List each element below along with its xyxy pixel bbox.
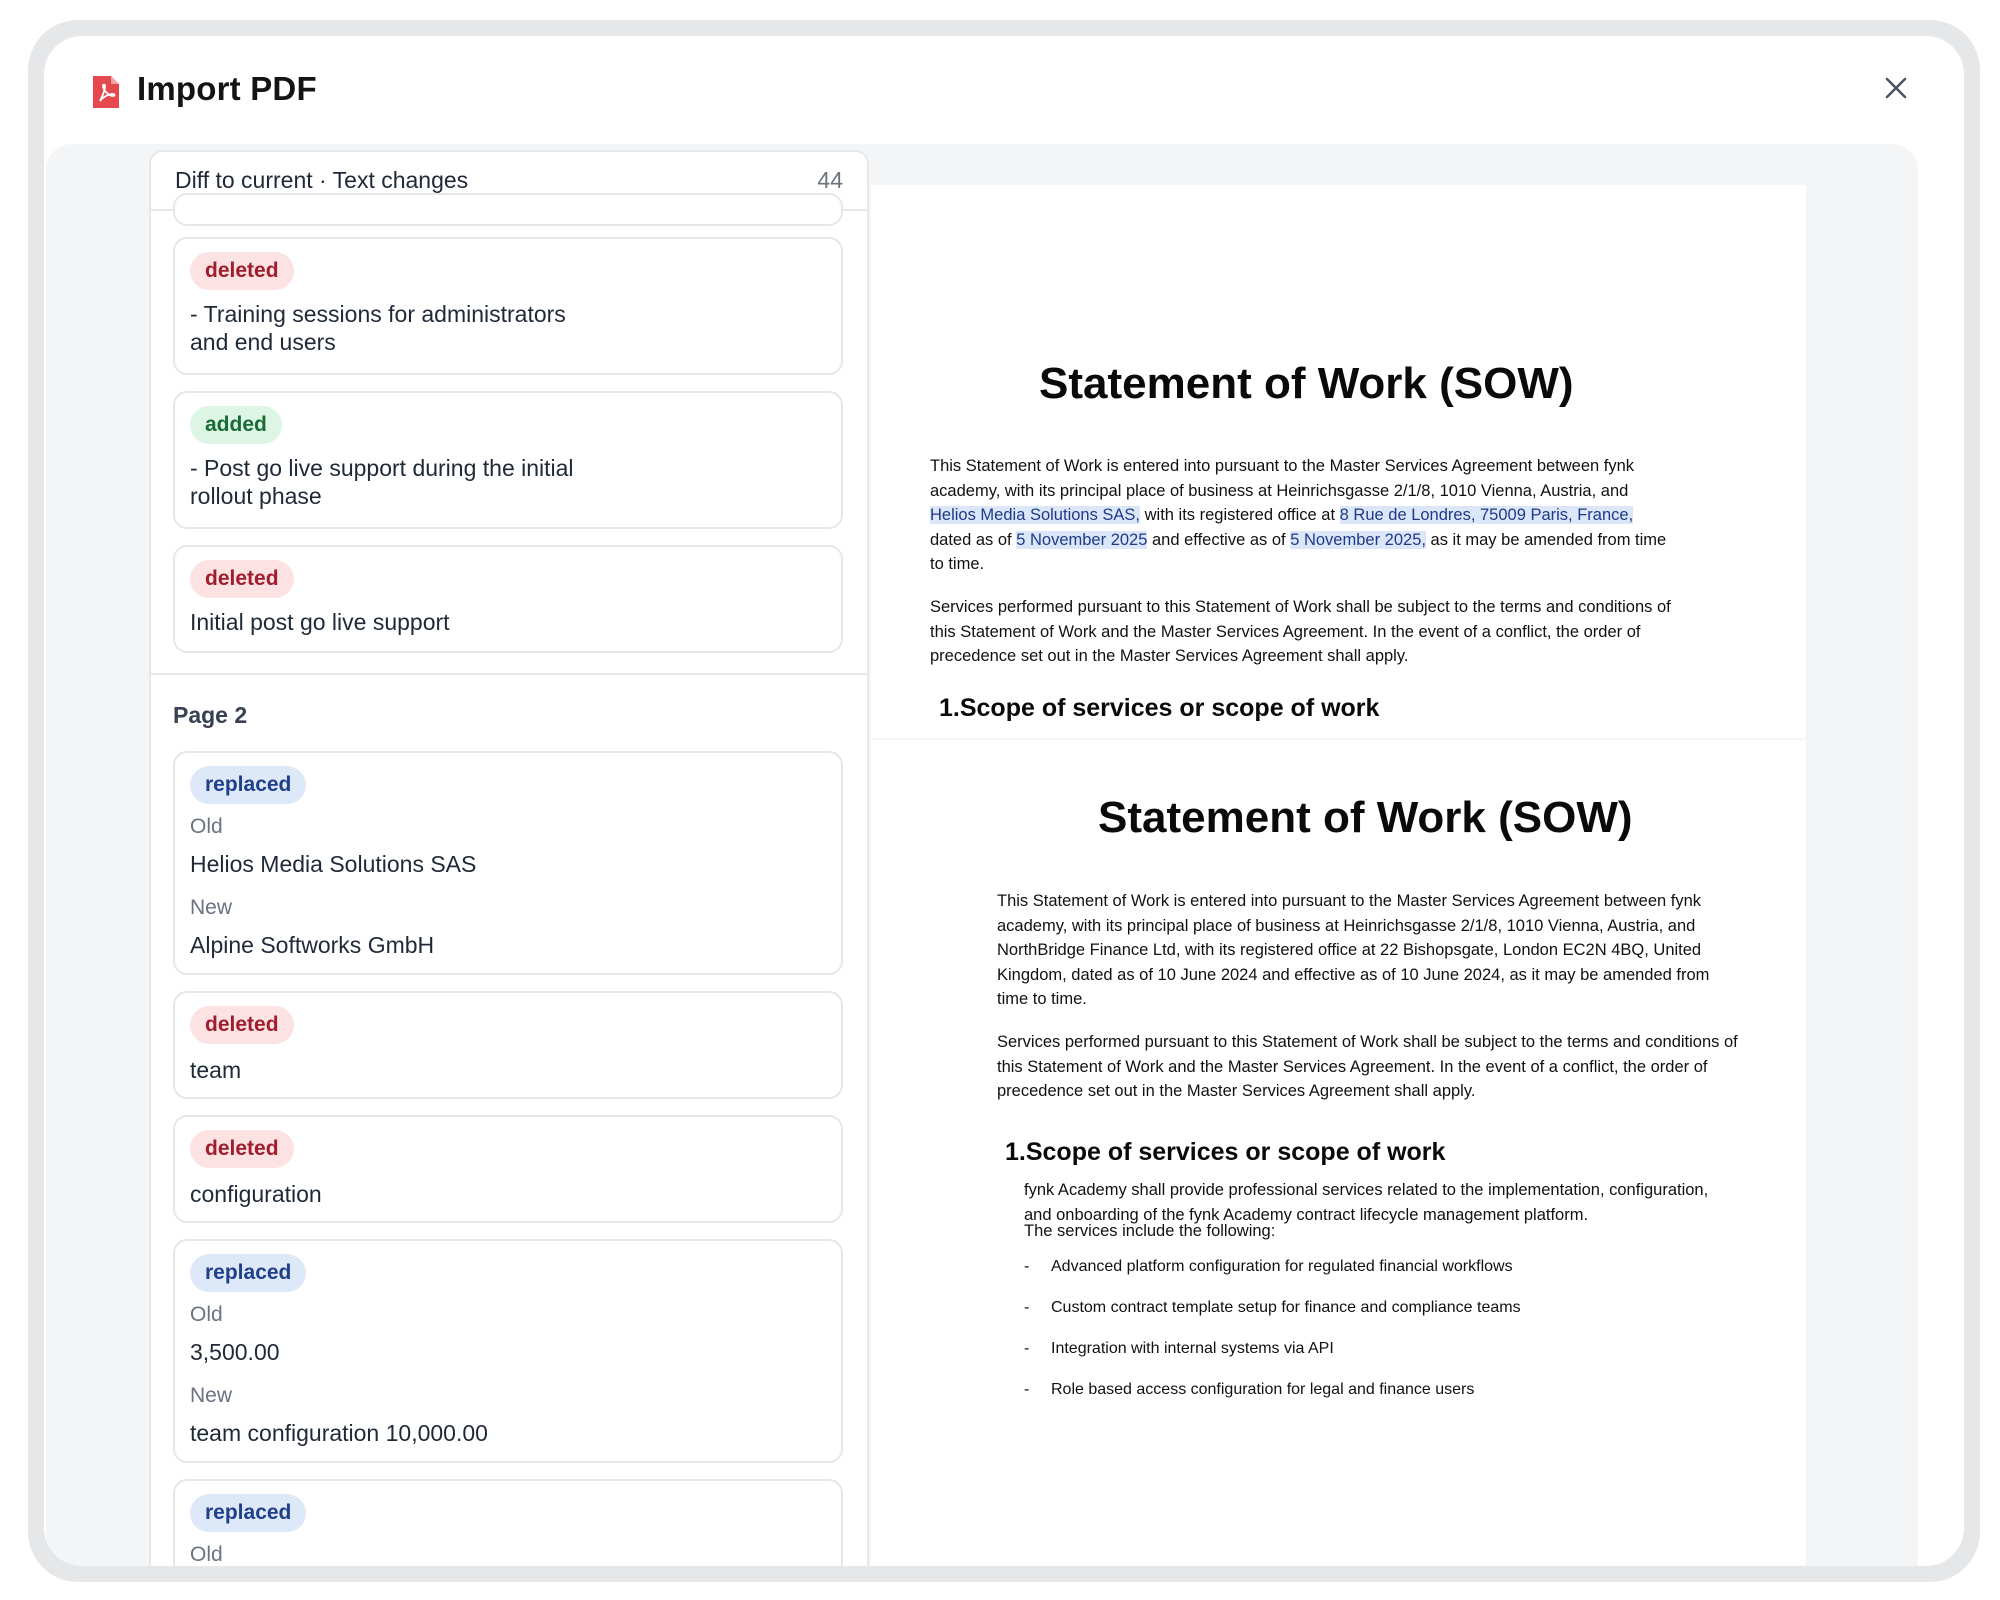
old-label: Old [190,815,223,838]
doc-line: Services performed pursuant to this Stat… [930,598,1671,616]
highlight-address: 8 Rue de Londres, 75009 Paris, France, [1339,506,1634,524]
new-label: New [190,1384,233,1407]
doc-line: precedence set out in the Master Service… [930,647,1409,665]
pdf-page-1: Statement of Work (SOW) This Statement o… [871,185,1806,738]
diff-card[interactable]: replaced Old 3,500.00 New team configura… [173,1239,843,1463]
doc-line: Helios Media Solutions SAS, with its reg… [930,506,1634,524]
doc-line: Services performed pursuant to this Stat… [997,1033,1738,1051]
doc-line: this Statement of Work and the Master Se… [997,1057,1708,1076]
doc-section-heading: 1.Scope of services or scope of work [1005,1138,1446,1166]
diff-panel[interactable]: Diff to current · Text changes 44 delete… [149,150,869,1566]
doc-line: dated as of 5 November 2025 and effectiv… [930,530,1667,549]
replaced-badge: replaced [190,1254,307,1292]
added-badge: added [190,406,282,444]
doc-paragraph: This Statement of Work is entered into p… [930,454,1666,577]
doc-line: this Statement of Work and the Master Se… [930,622,1641,641]
dialog-title: Import PDF [137,70,317,107]
bullet-item: Role based access configuration for lega… [1051,1381,1475,1398]
old-value: 3,500.00 [190,1339,280,1365]
diff-card[interactable]: replaced Old [173,1479,843,1566]
diff-panel-title: Diff to current · Text changes [175,167,469,193]
bullet-mark: - [1024,1340,1030,1357]
doc-line: precedence set out in the Master Service… [997,1082,1476,1100]
doc-line: This Statement of Work is entered into p… [930,457,1635,475]
highlight-date: 5 November 2025 [1016,530,1148,549]
doc-line: This Statement of Work is entered into p… [997,892,1702,910]
close-icon[interactable] [1876,68,1916,108]
bullet-item: Integration with internal systems via AP… [1051,1340,1334,1357]
diff-text: team [190,1057,242,1083]
diff-count: 44 [817,167,843,193]
doc-line: to time. [930,555,985,573]
doc-line: fynk Academy shall provide professional … [1024,1181,1709,1199]
pdf-page-2: Statement of Work (SOW) This Statement o… [871,740,1806,1566]
highlight-date: 5 November 2025, [1290,530,1426,549]
diff-line: and end users [190,329,336,355]
diff-card[interactable]: deleted Initial post go live support [173,545,843,653]
bullet-item: Advanced platform configuration for regu… [1051,1258,1513,1275]
doc-title: Statement of Work (SOW) [1098,793,1633,842]
highlight-company: Helios Media Solutions SAS, [930,506,1141,524]
deleted-badge: deleted [190,560,294,598]
doc-paragraph: The services include the following: [1024,1222,1276,1240]
diff-text: - Training sessions for administrators a… [190,300,566,356]
old-value: Helios Media Solutions SAS [190,851,477,877]
diff-card[interactable]: deleted configuration [173,1115,843,1223]
replaced-badge: replaced [190,1494,307,1532]
doc-line: time to time. [997,990,1087,1008]
doc-section-heading: 1.Scope of services or scope of work [939,694,1380,722]
diff-text: configuration [190,1181,322,1207]
doc-line: academy, with its principal place of bus… [930,481,1629,500]
diff-line: - Post go live support during the initia… [190,455,574,481]
old-label: Old [190,1543,223,1566]
doc-paragraph: This Statement of Work is entered into p… [997,889,1709,1012]
bullet-mark: - [1024,1299,1030,1316]
new-value: team configuration 10,000.00 [190,1420,488,1446]
doc-line: academy, with its principal place of bus… [997,916,1696,935]
doc-paragraph: Services performed pursuant to this Stat… [930,595,1671,669]
new-value: Alpine Softworks GmbH [190,932,435,958]
doc-title: Statement of Work (SOW) [1039,359,1574,408]
deleted-badge: deleted [190,252,294,290]
old-label: Old [190,1303,223,1326]
page-label: Page 2 [173,702,248,728]
diff-card[interactable]: replaced Old Helios Media Solutions SAS … [173,751,843,975]
bullet-mark: - [1024,1381,1030,1398]
new-label: New [190,896,233,919]
doc-line: NorthBridge Finance Ltd, with its regist… [997,941,1702,959]
pdf-icon [93,76,119,108]
doc-line: Kingdom, dated as of 10 June 2024 and ef… [997,965,1710,984]
diff-card[interactable]: added - Post go live support during the … [173,391,843,529]
bullet-item: Custom contract template setup for finan… [1051,1299,1521,1316]
dialog-header: Import PDF [44,36,1964,144]
diff-line: - Training sessions for administrators [190,301,566,327]
doc-paragraph: Services performed pursuant to this Stat… [997,1030,1738,1104]
diff-card[interactable]: deleted team [173,991,843,1099]
import-pdf-dialog: Import PDF Diff to current · Text change… [44,36,1964,1566]
bullet-mark: - [1024,1258,1030,1275]
diff-text: Initial post go live support [190,609,450,635]
diff-text: - Post go live support during the initia… [190,454,574,510]
page-divider [151,673,867,675]
diff-card[interactable]: deleted - Training sessions for administ… [173,237,843,375]
diff-line: rollout phase [190,483,322,509]
dialog-body: Diff to current · Text changes 44 delete… [46,144,1918,1566]
deleted-badge: deleted [190,1130,294,1168]
deleted-badge: deleted [190,1006,294,1044]
replaced-badge: replaced [190,766,307,804]
diff-card-partial[interactable] [173,193,843,226]
